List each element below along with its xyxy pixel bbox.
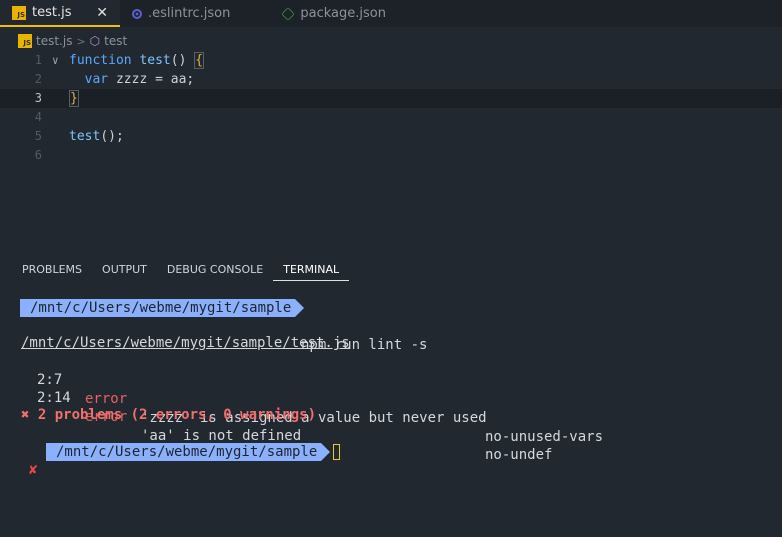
- breadcrumb-file[interactable]: test.js: [36, 34, 72, 48]
- tab-terminal[interactable]: TERMINAL: [273, 262, 350, 281]
- tab-problems[interactable]: PROBLEMS: [0, 262, 92, 280]
- problem-row: 2:7 error 'zzzz' is assigned a value but…: [0, 352, 603, 445]
- prompt-path: /mnt/c/Users/webme/mygit/sample: [46, 443, 331, 461]
- panel-tab-bar: PROBLEMS OUTPUT DEBUG CONSOLE TERMINAL: [0, 262, 782, 282]
- line-number: 6: [34, 148, 42, 162]
- code-text: var zzzz = aa;: [69, 70, 195, 89]
- function-symbol-icon: ⬡: [89, 34, 101, 48]
- problem-summary: ✖ 2 problems (2 errors, 0 warnings): [21, 407, 317, 423]
- code-editor[interactable]: 1 ∨ function test() {2 var zzzz = aa; 3} 4 5 t…: [0, 51, 782, 165]
- code-token: ();: [100, 129, 124, 144]
- problem-location: 2:7: [37, 372, 63, 388]
- tab-package-json[interactable]: package.json: [242, 0, 398, 27]
- line-number: 2: [34, 72, 42, 86]
- eslint-icon: [132, 8, 142, 19]
- line-number: 4: [34, 110, 42, 124]
- code-token: test: [69, 129, 101, 144]
- breadcrumb-symbol[interactable]: test: [104, 34, 127, 48]
- lint-file-path: /mnt/c/Users/webme/mygit/sample/test.js: [21, 335, 350, 351]
- code-token: (): [170, 53, 195, 68]
- breadcrumb: JS test.js > ⬡ test: [18, 32, 127, 50]
- tab-label: test.js: [32, 5, 72, 20]
- terminal-prompt-line: ✘ /mnt/c/Users/webme/mygit/sample: [0, 442, 340, 478]
- tab-debug-console[interactable]: DEBUG CONSOLE: [157, 262, 273, 280]
- tab-label: .eslintrc.json: [148, 6, 231, 21]
- line-number: 1: [34, 53, 42, 67]
- fold-chevron-icon[interactable]: ∨: [52, 51, 59, 70]
- tab-test-js[interactable]: JS test.js ✕: [0, 0, 120, 27]
- code-text: test();: [69, 127, 124, 146]
- code-line[interactable]: 1 ∨ function test() {: [0, 51, 782, 70]
- code-line[interactable]: 6: [0, 146, 782, 165]
- code-line[interactable]: 3}: [0, 89, 782, 108]
- line-number: 3: [34, 91, 42, 105]
- terminal-command-line: /mnt/c/Users/webme/mygit/sample npm run …: [0, 298, 427, 353]
- code-line[interactable]: 5 test();: [0, 127, 782, 146]
- breadcrumb-separator: >: [76, 34, 86, 48]
- problem-row: 2:14 error 'aa' is not defined no-undef: [0, 370, 552, 463]
- code-token: {: [194, 52, 205, 69]
- terminal-cursor: [333, 444, 340, 460]
- code-token: function: [69, 53, 140, 68]
- line-number: 5: [34, 129, 42, 143]
- code-text: }: [69, 89, 79, 108]
- editor-tab-bar: JS test.js ✕ .eslintrc.json package.json: [0, 0, 782, 27]
- close-icon[interactable]: ✕: [96, 5, 108, 21]
- code-token: }: [69, 90, 79, 107]
- js-file-icon: JS: [18, 34, 32, 48]
- node-icon: [281, 6, 296, 21]
- code-token: test: [139, 53, 171, 68]
- tab-label: package.json: [300, 6, 386, 21]
- code-line[interactable]: 2 var zzzz = aa;: [0, 70, 782, 89]
- tab-eslintrc[interactable]: .eslintrc.json: [120, 0, 242, 27]
- problem-rule: no-unused-vars: [485, 429, 604, 445]
- failure-mark-icon: ✘: [29, 462, 38, 478]
- code-token: var: [84, 72, 116, 87]
- tab-output[interactable]: OUTPUT: [92, 262, 157, 280]
- problem-rule: no-undef: [485, 447, 553, 463]
- code-token: zzzz = aa;: [115, 72, 195, 87]
- code-text: function test() {: [69, 51, 205, 70]
- js-file-icon: JS: [12, 5, 26, 20]
- prompt-path: /mnt/c/Users/webme/mygit/sample: [20, 299, 305, 317]
- code-line[interactable]: 4: [0, 108, 782, 127]
